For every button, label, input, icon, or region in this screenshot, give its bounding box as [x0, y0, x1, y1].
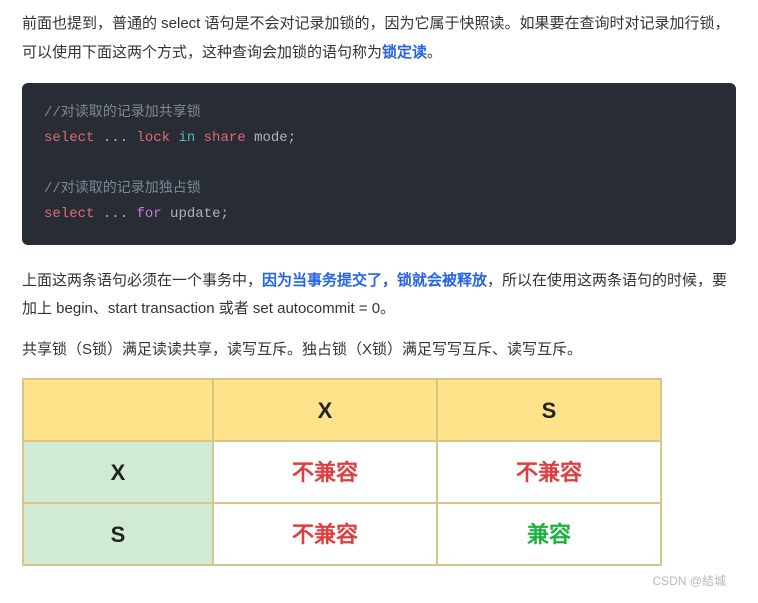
code-keyword: select	[44, 206, 94, 222]
watermark: CSDN @結城	[22, 570, 736, 593]
cell-x-s: 不兼容	[437, 441, 661, 503]
code-comment: //对读取的记录加独占锁	[44, 181, 201, 197]
cell-value: 兼容	[527, 522, 571, 547]
row-label-x: X	[23, 441, 213, 503]
row-label-s: S	[23, 503, 213, 565]
table-row: S 不兼容 兼容	[23, 503, 661, 565]
cell-x-x: 不兼容	[213, 441, 437, 503]
cell-s-x: 不兼容	[213, 503, 437, 565]
code-comment: //对读取的记录加共享锁	[44, 105, 201, 121]
header-corner	[23, 379, 213, 441]
paragraph-3: 共享锁（S锁）满足读读共享，读写互斥。独占锁（X锁）满足写写互斥、读写互斥。	[22, 336, 736, 365]
code-text: ...	[94, 130, 136, 146]
table-row: X 不兼容 不兼容	[23, 441, 661, 503]
code-text: mode;	[246, 130, 296, 146]
code-line-1: //对读取的记录加共享锁	[44, 101, 714, 126]
cell-value: 不兼容	[292, 460, 358, 485]
para2-text: 上面这两条语句必须在一个事务中，	[22, 272, 262, 289]
code-keyword: select	[44, 130, 94, 146]
code-text: ...	[94, 206, 136, 222]
para1-tail: 。	[427, 44, 442, 61]
code-line-4: //对读取的记录加独占锁	[44, 177, 714, 202]
cell-value: 不兼容	[516, 460, 582, 485]
cell-s-s: 兼容	[437, 503, 661, 565]
cell-value: 不兼容	[292, 522, 358, 547]
code-line-2: select ... lock in share mode;	[44, 126, 714, 151]
table-header-row: X S	[23, 379, 661, 441]
code-keyword: lock	[136, 130, 170, 146]
code-block: //对读取的记录加共享锁 select ... lock in share mo…	[22, 83, 736, 245]
header-s: S	[437, 379, 661, 441]
paragraph-2: 上面这两条语句必须在一个事务中，因为当事务提交了，锁就会被释放，所以在使用这两条…	[22, 267, 736, 324]
paragraph-1: 前面也提到，普通的 select 语句是不会对记录加锁的，因为它属于快照读。如果…	[22, 10, 736, 67]
para1-text: 前面也提到，普通的 select 语句是不会对记录加锁的，因为它属于快照读。如果…	[22, 15, 730, 61]
compatibility-table: X S X 不兼容 不兼容 S 不兼容 兼容	[22, 378, 662, 566]
code-keyword: for	[136, 206, 161, 222]
para1-emphasis: 锁定读	[382, 44, 427, 61]
code-keyword: share	[204, 130, 246, 146]
code-line-5: select ... for update;	[44, 202, 714, 227]
compatibility-table-wrapper: X S X 不兼容 不兼容 S 不兼容 兼容 CSDN @結城	[22, 378, 736, 593]
code-text: update;	[162, 206, 229, 222]
header-x: X	[213, 379, 437, 441]
code-keyword: in	[170, 130, 204, 146]
code-line-empty	[44, 151, 714, 176]
para2-emphasis: 因为当事务提交了，锁就会被释放	[262, 272, 487, 289]
